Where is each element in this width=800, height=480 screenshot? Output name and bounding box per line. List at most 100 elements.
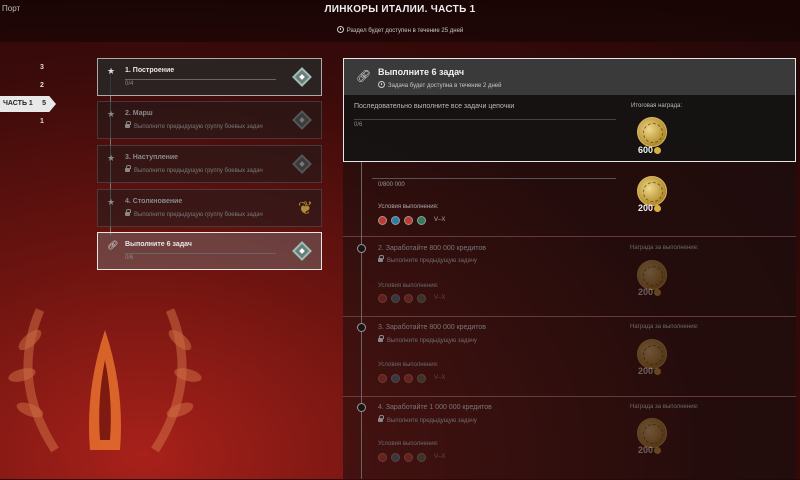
nation-icon bbox=[391, 373, 400, 383]
diamond-icon bbox=[292, 110, 312, 130]
task-conditions-label: Условия выполнения: bbox=[378, 362, 439, 368]
reward-label: Награда за выполнение: bbox=[630, 324, 699, 330]
reward-label: Награда за выполнение: bbox=[630, 245, 699, 251]
group-item-4[interactable]: ★ 4. Столкновение Выполните предыдущую г… bbox=[97, 189, 322, 227]
group-title: 3. Наступление bbox=[125, 154, 179, 161]
coin-small-icon bbox=[654, 147, 662, 154]
task-progress-bar bbox=[372, 178, 616, 179]
star-icon: ★ bbox=[107, 153, 116, 163]
coin-icon bbox=[637, 117, 667, 147]
task-conditions-label: Условия выполнения: bbox=[378, 441, 439, 447]
laurel-emblem-icon bbox=[8, 308, 202, 453]
part-item-1[interactable]: 1 bbox=[40, 118, 44, 125]
coin-icon bbox=[637, 176, 667, 206]
lock-icon bbox=[378, 415, 384, 422]
link-icon: 🔗︎ bbox=[107, 240, 119, 250]
nation-icon bbox=[378, 293, 387, 303]
part-item-3[interactable]: 3 bbox=[40, 64, 44, 71]
task-conditions: V–X bbox=[378, 215, 445, 225]
reward-label: Награда за выполнение: bbox=[630, 404, 699, 410]
reward-amount: 200 bbox=[638, 445, 654, 455]
top-bar: Порт ЛИНКОРЫ ИТАЛИИ. ЧАСТЬ 1 Раздел буде… bbox=[0, 0, 800, 42]
nation-icon bbox=[417, 452, 426, 462]
task-progress: 0/800 000 bbox=[378, 182, 405, 188]
group-progress: 0/4 bbox=[125, 81, 134, 87]
nation-icon bbox=[404, 373, 413, 383]
task-chain-deadline: Задача будет доступна в течение 2 дней bbox=[378, 81, 502, 89]
group-lock-text: Выполните предыдущую группу боевых задач bbox=[134, 124, 263, 130]
coin-icon bbox=[637, 418, 667, 448]
nation-icon bbox=[378, 373, 387, 383]
task-title: 4. Заработайте 1 000 000 кредитов bbox=[378, 404, 492, 411]
nation-icon bbox=[391, 452, 400, 462]
nation-icon bbox=[404, 215, 413, 225]
tier-range: V–X bbox=[434, 454, 446, 460]
reward-value: 200 bbox=[638, 287, 662, 297]
reward-value: 200 bbox=[638, 203, 662, 213]
task-separator bbox=[343, 316, 796, 317]
part-active-label: ЧАСТЬ 1 bbox=[3, 100, 33, 107]
lock-icon bbox=[378, 255, 384, 262]
reward-amount: 600 bbox=[638, 145, 654, 155]
availability-notice: Раздел будет доступен в течение 25 дней bbox=[0, 26, 800, 34]
part-item-active[interactable]: ЧАСТЬ 1 5 bbox=[0, 96, 56, 112]
deadline-text: Задача будет доступна в течение 2 дней bbox=[388, 83, 502, 89]
wreath-icon: ❦ bbox=[297, 198, 313, 218]
final-reward-label: Итоговая награда: bbox=[631, 103, 683, 109]
lock-icon bbox=[125, 165, 131, 172]
task-conditions: V–X bbox=[378, 452, 445, 462]
task-node bbox=[357, 323, 366, 332]
group-item-2[interactable]: ★ 2. Марш Выполните предыдущую группу бо… bbox=[97, 101, 322, 139]
nation-icon bbox=[404, 293, 413, 303]
task-conditions-label: Условия выполнения: bbox=[378, 204, 439, 210]
nation-icon bbox=[417, 293, 426, 303]
task-conditions: V–X bbox=[378, 373, 445, 383]
page-title: ЛИНКОРЫ ИТАЛИИ. ЧАСТЬ 1 bbox=[324, 4, 476, 15]
group-item-chain[interactable]: 🔗︎ Выполните 6 задач 0/6 bbox=[97, 232, 322, 270]
task-lock-text: Выполните предыдущую задачу bbox=[387, 418, 477, 424]
diamond-icon bbox=[292, 241, 312, 261]
clock-icon bbox=[378, 81, 385, 88]
diamond-icon bbox=[292, 67, 312, 87]
coin-icon bbox=[637, 260, 667, 290]
task-chain-progress: 0/6 bbox=[354, 122, 363, 128]
final-reward-value: 600 bbox=[638, 145, 662, 155]
nation-icon bbox=[391, 215, 400, 225]
task-node bbox=[357, 244, 366, 253]
coin-small-icon bbox=[654, 447, 662, 454]
group-lock-text: Выполните предыдущую группу боевых задач bbox=[134, 168, 263, 174]
task-lock-text: Выполните предыдущую задачу bbox=[387, 338, 477, 344]
task-lock-note: Выполните предыдущую задачу bbox=[378, 335, 477, 344]
part-item-2[interactable]: 2 bbox=[40, 82, 44, 89]
task-chain-header: 🔗︎ Выполните 6 задач Задача будет доступ… bbox=[344, 59, 795, 95]
group-title: 2. Марш bbox=[125, 110, 153, 117]
group-progress-bar bbox=[125, 79, 276, 80]
coin-small-icon bbox=[654, 205, 662, 212]
coin-icon bbox=[637, 339, 667, 369]
group-lock-note: Выполните предыдущую группу боевых задач bbox=[125, 121, 263, 130]
link-icon: 🔗︎ bbox=[356, 69, 372, 83]
part-active-number: 5 bbox=[42, 100, 46, 107]
group-progress: 0/6 bbox=[125, 255, 134, 261]
task-lock-text: Выполните предыдущую задачу bbox=[387, 258, 477, 264]
tier-range: V–X bbox=[434, 295, 446, 301]
tier-range: V–X bbox=[434, 375, 446, 381]
task-lock-note: Выполните предыдущую задачу bbox=[378, 255, 477, 264]
star-icon: ★ bbox=[107, 197, 116, 207]
reward-amount: 200 bbox=[638, 287, 654, 297]
diamond-icon bbox=[292, 154, 312, 174]
star-icon: ★ bbox=[107, 66, 116, 76]
coin-small-icon bbox=[654, 368, 662, 375]
nation-icon bbox=[417, 373, 426, 383]
task-conditions: V–X bbox=[378, 293, 445, 303]
nation-icon bbox=[417, 215, 426, 225]
coin-small-icon bbox=[654, 289, 662, 296]
group-title: 4. Столкновение bbox=[125, 198, 183, 205]
task-chain-line bbox=[361, 162, 362, 479]
group-progress-bar bbox=[125, 253, 276, 254]
lock-icon bbox=[125, 209, 131, 216]
task-separator bbox=[343, 236, 796, 237]
tier-range: V–X bbox=[434, 217, 446, 223]
group-item-3[interactable]: ★ 3. Наступление Выполните предыдущую гр… bbox=[97, 145, 322, 183]
group-item-1[interactable]: ★ 1. Построение 0/4 bbox=[97, 58, 322, 96]
